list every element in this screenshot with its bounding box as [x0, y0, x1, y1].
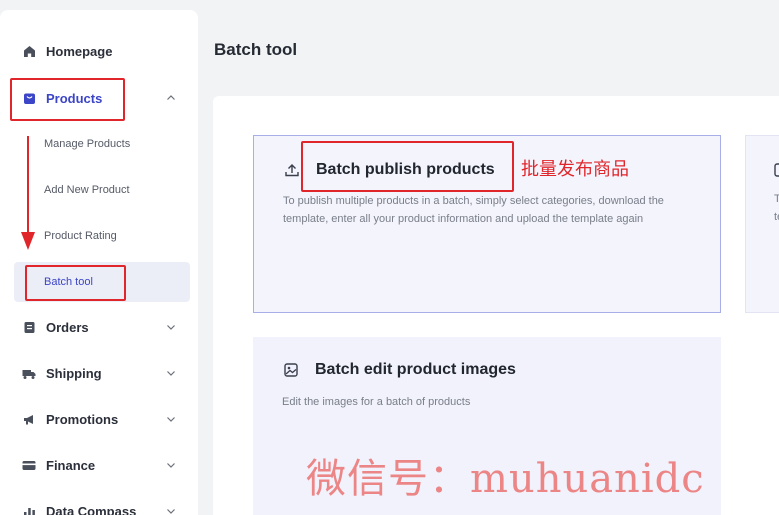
- image-icon: [283, 362, 299, 378]
- credit-card-icon: [22, 458, 36, 472]
- sidebar-subitem-add-new-product[interactable]: Add New Product: [14, 170, 190, 210]
- sidebar-subitem-label: Manage Products: [44, 138, 131, 150]
- sidebar-item-finance[interactable]: Finance: [14, 448, 190, 482]
- megaphone-icon: [22, 412, 36, 426]
- sidebar-subitem-product-rating[interactable]: Product Rating: [14, 216, 190, 256]
- sidebar-subitem-label: Product Rating: [44, 230, 117, 242]
- sidebar-item-orders[interactable]: Orders: [14, 310, 190, 344]
- home-icon: [22, 44, 36, 58]
- sidebar-item-promotions[interactable]: Promotions: [14, 402, 190, 436]
- partial-card-text: te: [774, 211, 779, 223]
- chevron-up-icon: [167, 95, 175, 100]
- sidebar-item-label: Orders: [46, 319, 89, 335]
- annotation-arrow: [21, 136, 35, 250]
- chevron-down-icon: [167, 371, 175, 376]
- sidebar-subitem-label: Add New Product: [44, 184, 130, 196]
- sidebar-item-label: Data Compass: [46, 503, 137, 515]
- sidebar-item-homepage[interactable]: Homepage: [14, 34, 190, 68]
- sidebar-item-data-compass[interactable]: Data Compass: [14, 494, 190, 515]
- annotation-box-products: [10, 78, 125, 121]
- card-description: To publish multiple products in a batch,…: [283, 195, 664, 225]
- sidebar-item-label: Finance: [46, 457, 96, 473]
- watermark: 微信号：muhuanidc: [306, 456, 705, 502]
- card-title: Batch edit product images: [315, 361, 516, 378]
- partial-card-icon: [774, 163, 779, 177]
- document-icon: [22, 320, 36, 334]
- annotation-box-batch-tool: [25, 265, 126, 301]
- chevron-down-icon: [167, 509, 175, 514]
- page-title: Batch tool: [214, 40, 298, 59]
- annotation-label: 批量发布商品: [521, 159, 629, 180]
- sidebar-item-label: Shipping: [46, 365, 102, 381]
- annotation-box-batch-publish: [301, 141, 514, 192]
- sidebar-item-label: Promotions: [46, 411, 119, 427]
- chevron-down-icon: [167, 325, 175, 330]
- upload-icon: [284, 162, 300, 178]
- partial-card-text: T: [774, 193, 779, 205]
- sidebar-item-label: Homepage: [46, 43, 113, 59]
- sidebar-subitem-manage-products[interactable]: Manage Products: [14, 124, 190, 164]
- chevron-down-icon: [167, 417, 175, 422]
- bar-chart-icon: [22, 504, 36, 515]
- chevron-down-icon: [167, 463, 175, 468]
- partial-card[interactable]: [745, 135, 779, 313]
- card-description: Edit the images for a batch of products: [282, 396, 471, 408]
- truck-icon: [22, 366, 36, 380]
- sidebar-item-shipping[interactable]: Shipping: [14, 356, 190, 390]
